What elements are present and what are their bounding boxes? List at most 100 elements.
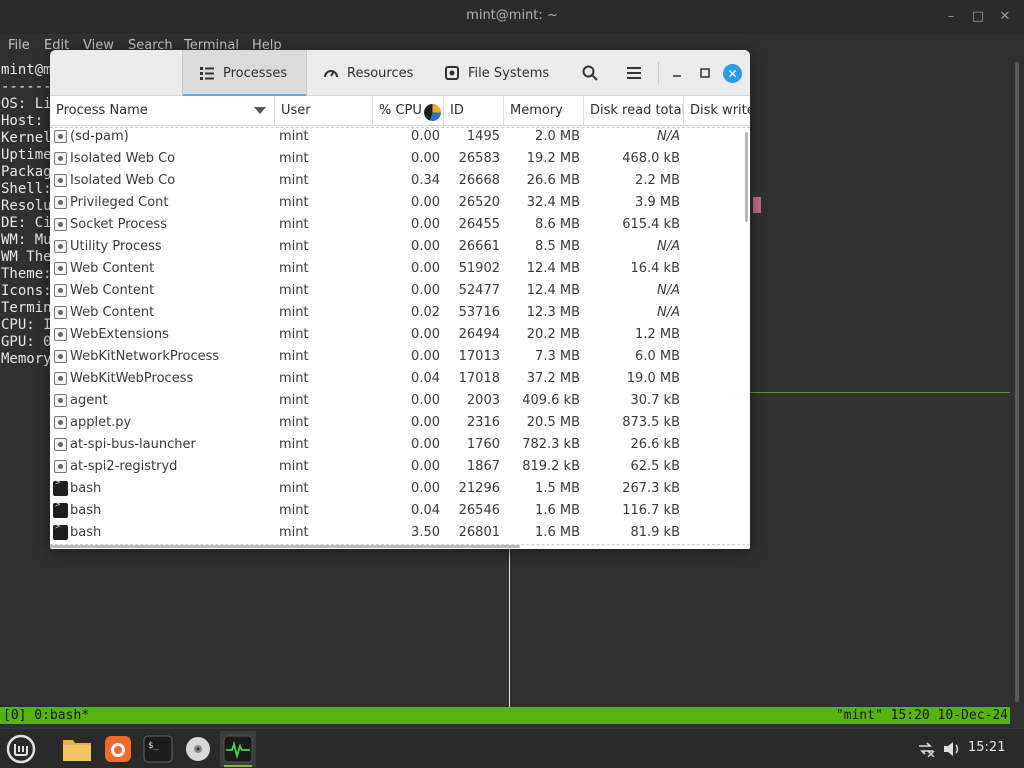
- terminal-line: ------: [1, 79, 52, 95]
- process-icon: [54, 460, 67, 473]
- process-row[interactable]: bash mint 0.04 26546 1.6 MB 116.7 kB: [50, 500, 750, 522]
- process-memory: 1.6 MB: [535, 525, 580, 540]
- column-disk-write[interactable]: Disk write: [684, 96, 750, 126]
- process-user: mint: [279, 459, 309, 474]
- terminal-process-icon: [53, 478, 68, 496]
- terminal-titlebar: mint@mint: ~ – □ ✕: [0, 0, 1024, 34]
- process-cpu: 0.34: [411, 173, 440, 188]
- process-row[interactable]: WebKitWebProcess mint 0.04 17018 37.2 MB 19.0…: [50, 368, 750, 390]
- process-name: bash: [70, 481, 102, 496]
- process-icon: [54, 196, 67, 209]
- process-cpu: 0.00: [411, 459, 440, 474]
- terminal-scrollbar-thumb[interactable]: [1015, 62, 1019, 702]
- process-user: mint: [279, 481, 309, 496]
- taskbar-files[interactable]: [59, 731, 95, 767]
- process-row[interactable]: agent mint 0.00 2003 409.6 kB 30.7 kB: [50, 390, 750, 412]
- tmux-status-bar: [0] 0:bash* "mint" 15:20 10-Dec-24: [0, 707, 1010, 724]
- process-name: Isolated Web Co: [70, 151, 176, 166]
- taskbar-system-monitor[interactable]: [220, 731, 256, 767]
- column-user[interactable]: User: [275, 96, 373, 126]
- process-disk-read: 267.3 kB: [622, 481, 680, 496]
- close-icon[interactable]: ✕: [997, 9, 1013, 24]
- firefox-icon: [105, 736, 131, 762]
- maximize-icon[interactable]: □: [970, 9, 986, 24]
- terminal-line: Icons:: [1, 283, 52, 299]
- process-row[interactable]: Web Content mint 0.02 53716 12.3 MB N/A: [50, 302, 750, 324]
- process-user: mint: [279, 327, 309, 342]
- column-id[interactable]: ID: [444, 96, 504, 126]
- process-row[interactable]: bash mint 0.00 21296 1.5 MB 267.3 kB: [50, 478, 750, 500]
- process-icon: [54, 394, 67, 407]
- process-row[interactable]: Web Content mint 0.00 52477 12.4 MB N/A: [50, 280, 750, 302]
- close-button[interactable]: ✕: [723, 64, 742, 83]
- sort-descending-icon[interactable]: [254, 107, 266, 114]
- taskbar-terminal[interactable]: $_: [140, 731, 176, 767]
- process-cpu: 0.00: [411, 415, 440, 430]
- process-row[interactable]: bash mint 3.50 26801 1.6 MB 81.9 kB: [50, 522, 750, 544]
- search-icon: [582, 65, 598, 81]
- mint-menu-icon: [6, 734, 36, 764]
- process-row[interactable]: Isolated Web Co mint 0.34 26668 26.6 MB 2.2 M…: [50, 170, 750, 192]
- process-cpu: 0.00: [411, 261, 440, 276]
- disc-icon: [186, 737, 210, 761]
- tmux-status-right: "mint" 15:20 10-Dec-24: [835, 708, 1008, 723]
- terminal-line: mint@m: [1, 62, 52, 78]
- system-monitor-headerbar: Processes Resources File Systems ✕: [50, 50, 750, 96]
- clock[interactable]: 15:21: [968, 740, 1005, 755]
- taskbar-firefox[interactable]: [100, 731, 136, 767]
- process-disk-read: N/A: [657, 283, 680, 298]
- terminal-process-icon: [53, 522, 68, 540]
- tab-resources[interactable]: Resources: [307, 50, 429, 96]
- menu-file[interactable]: File: [8, 38, 30, 53]
- process-row[interactable]: Utility Process mint 0.00 26661 8.5 MB N/A: [50, 236, 750, 258]
- process-table-body[interactable]: (sd-pam) mint 0.00 1495 2.0 MB N/A Isolated We…: [50, 126, 750, 546]
- process-memory: 12.4 MB: [526, 261, 580, 276]
- process-row[interactable]: at-spi2-registryd mint 0.00 1867 819.2 kB 62.…: [50, 456, 750, 478]
- taskbar-disc[interactable]: [180, 731, 216, 767]
- minimize-icon: [673, 75, 681, 77]
- menu-button[interactable]: [624, 63, 644, 83]
- process-row[interactable]: WebExtensions mint 0.00 26494 20.2 MB 1.2 MB: [50, 324, 750, 346]
- process-id: 26583: [458, 151, 500, 166]
- terminal-scrollbar[interactable]: [1012, 62, 1022, 702]
- tab-resources-label: Resources: [347, 65, 414, 81]
- terminal-line: Packag: [1, 164, 52, 180]
- column-disk-read-total[interactable]: Disk read total: [584, 96, 684, 126]
- terminal-color-block: [753, 197, 761, 213]
- process-icon: [54, 306, 67, 319]
- process-icon: [54, 262, 67, 275]
- process-row[interactable]: at-spi-bus-launcher mint 0.00 1760 782.3 kB 2…: [50, 434, 750, 456]
- process-row[interactable]: Privileged Cont mint 0.00 26520 32.4 MB 3.9 M…: [50, 192, 750, 214]
- terminal-line: Resolu: [1, 198, 52, 214]
- mint-menu-button[interactable]: [3, 731, 39, 767]
- terminal-output[interactable]: mint@m ------ OS: Li Host: Kernel Uptime Pack…: [1, 62, 52, 368]
- vertical-scrollbar[interactable]: [745, 132, 748, 222]
- network-tray[interactable]: [916, 739, 936, 759]
- minimize-button[interactable]: [667, 63, 687, 83]
- process-id: 26801: [458, 525, 500, 540]
- tab-file-systems[interactable]: File Systems: [428, 50, 565, 96]
- tab-processes[interactable]: Processes: [182, 50, 307, 96]
- process-row[interactable]: Web Content mint 0.00 51902 12.4 MB 16.4 kB: [50, 258, 750, 280]
- process-row[interactable]: Socket Process mint 0.00 26455 8.6 MB 615.4 k…: [50, 214, 750, 236]
- volume-tray[interactable]: [942, 739, 962, 759]
- process-row[interactable]: applet.py mint 0.00 2316 20.5 MB 873.5 kB: [50, 412, 750, 434]
- process-cpu: 0.04: [411, 371, 440, 386]
- process-cpu: 0.04: [411, 503, 440, 518]
- search-button[interactable]: [580, 63, 600, 83]
- process-user: mint: [279, 393, 309, 408]
- process-row[interactable]: WebKitNetworkProcess mint 0.00 17013 7.3 MB 6…: [50, 346, 750, 368]
- process-id: 26494: [458, 327, 500, 342]
- process-row[interactable]: Isolated Web Co mint 0.00 26583 19.2 MB 468.0…: [50, 148, 750, 170]
- minimize-icon[interactable]: –: [943, 9, 959, 24]
- horizontal-scrollbar[interactable]: [50, 545, 520, 548]
- maximize-button[interactable]: [695, 63, 715, 83]
- process-row[interactable]: (sd-pam) mint 0.00 1495 2.0 MB N/A: [50, 126, 750, 148]
- process-name: (sd-pam): [70, 129, 129, 144]
- active-app-indicator: [224, 765, 252, 767]
- gauge-icon: [324, 70, 338, 78]
- terminal-line: Host:: [1, 113, 52, 129]
- column-memory[interactable]: Memory: [504, 96, 584, 126]
- column-process-name[interactable]: Process Name: [50, 96, 275, 126]
- process-disk-read: 81.9 kB: [630, 525, 680, 540]
